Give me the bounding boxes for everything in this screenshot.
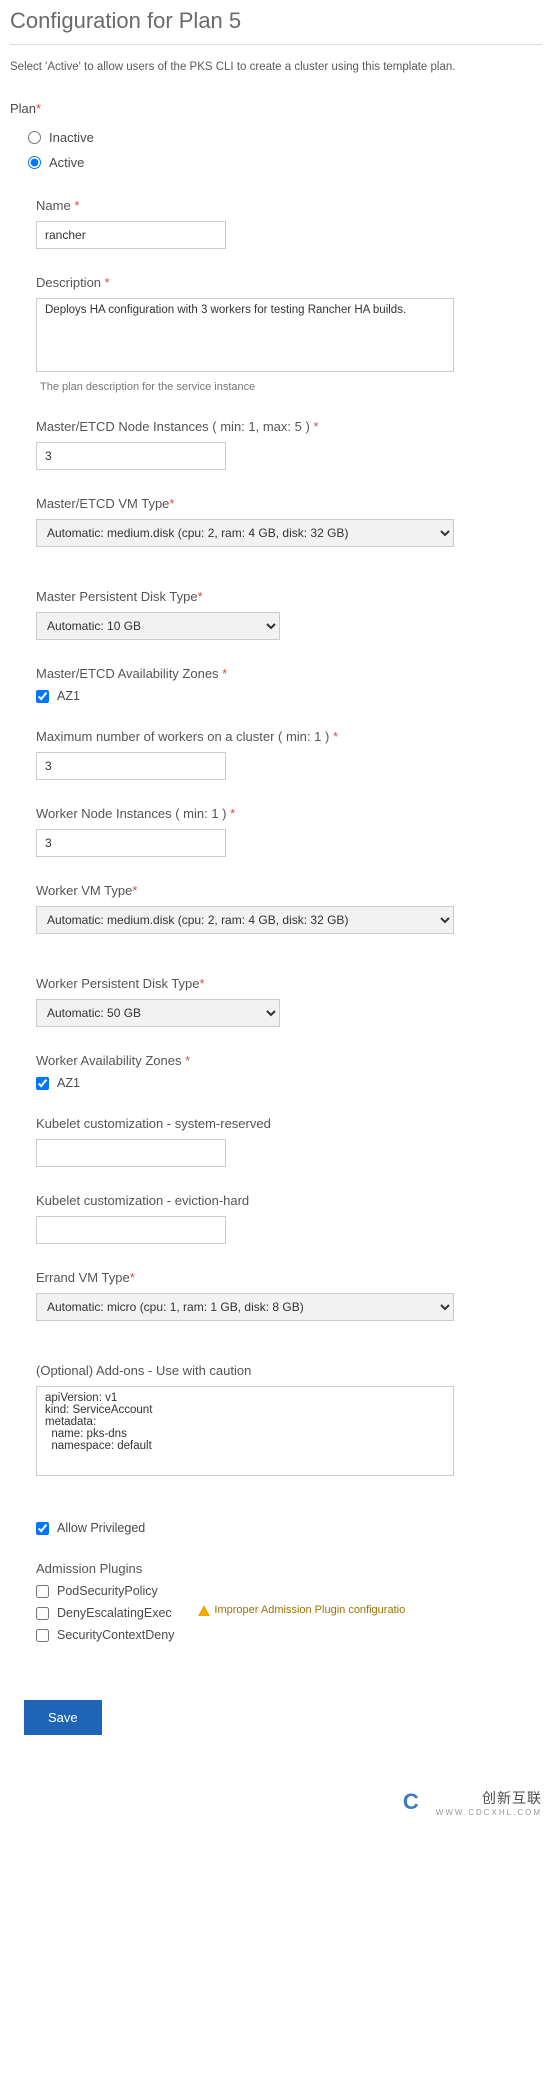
max-workers-input[interactable] bbox=[36, 752, 226, 780]
plan-radio-active[interactable]: Active bbox=[28, 155, 542, 170]
description-help: The plan description for the service ins… bbox=[40, 381, 542, 393]
radio-active[interactable] bbox=[28, 156, 41, 169]
worker-az-checkbox-row[interactable]: AZ1 bbox=[36, 1076, 542, 1090]
description-textarea[interactable]: Deploys HA configuration with 3 workers … bbox=[36, 298, 454, 372]
plugin-denyescalating-checkbox[interactable] bbox=[36, 1607, 49, 1620]
allow-privileged-label: Allow Privileged bbox=[57, 1521, 145, 1535]
watermark-brand: 创新互联 bbox=[482, 1790, 542, 1806]
plugin-securitycontext-checkbox[interactable] bbox=[36, 1629, 49, 1642]
page-title: Configuration for Plan 5 bbox=[10, 8, 542, 40]
master-az-label: Master/ETCD Availability Zones * bbox=[36, 666, 542, 681]
worker-vm-type-label: Worker VM Type* bbox=[36, 883, 542, 898]
kubelet-evict-label: Kubelet customization - eviction-hard bbox=[36, 1193, 542, 1208]
kubelet-sys-label: Kubelet customization - system-reserved bbox=[36, 1116, 542, 1131]
plugin-securitycontext-row[interactable]: SecurityContextDeny bbox=[36, 1628, 174, 1642]
radio-inactive-label: Inactive bbox=[49, 130, 94, 145]
watermark: C 创新互联 WWW.CDCXHL.COM bbox=[0, 1785, 552, 1819]
divider bbox=[10, 44, 542, 45]
admission-warning: Improper Admission Plugin configuratio bbox=[198, 1604, 405, 1616]
master-vm-type-label: Master/ETCD VM Type* bbox=[36, 496, 542, 511]
admission-plugins-label: Admission Plugins bbox=[36, 1561, 542, 1576]
description-label: Description * bbox=[36, 275, 542, 290]
allow-privileged-checkbox[interactable] bbox=[36, 1522, 49, 1535]
allow-privileged-row[interactable]: Allow Privileged bbox=[36, 1521, 542, 1535]
plugin-denyescalating-label: DenyEscalatingExec bbox=[57, 1606, 172, 1620]
warning-icon bbox=[198, 1605, 210, 1616]
plugin-podsecurity-row[interactable]: PodSecurityPolicy bbox=[36, 1584, 174, 1598]
plugin-podsecurity-label: PodSecurityPolicy bbox=[57, 1584, 158, 1598]
plan-label-text: Plan bbox=[10, 101, 36, 116]
plugin-denyescalating-row[interactable]: DenyEscalatingExec bbox=[36, 1606, 174, 1620]
worker-vm-type-select[interactable]: Automatic: medium.disk (cpu: 2, ram: 4 G… bbox=[36, 906, 454, 934]
help-text: Select 'Active' to allow users of the PK… bbox=[10, 61, 542, 73]
master-az-option-label: AZ1 bbox=[57, 689, 80, 703]
master-instances-input[interactable] bbox=[36, 442, 226, 470]
worker-instances-label: Worker Node Instances ( min: 1 ) * bbox=[36, 806, 542, 821]
plan-label: Plan* bbox=[10, 101, 542, 116]
plugin-podsecurity-checkbox[interactable] bbox=[36, 1585, 49, 1598]
master-vm-type-select[interactable]: Automatic: medium.disk (cpu: 2, ram: 4 G… bbox=[36, 519, 454, 547]
worker-az-option-label: AZ1 bbox=[57, 1076, 80, 1090]
admission-warning-text: Improper Admission Plugin configuratio bbox=[214, 1604, 405, 1616]
master-az-checkbox[interactable] bbox=[36, 690, 49, 703]
worker-az-checkbox[interactable] bbox=[36, 1077, 49, 1090]
name-label: Name * bbox=[36, 198, 542, 213]
errand-vm-select[interactable]: Automatic: micro (cpu: 1, ram: 1 GB, dis… bbox=[36, 1293, 454, 1321]
worker-instances-input[interactable] bbox=[36, 829, 226, 857]
master-az-checkbox-row[interactable]: AZ1 bbox=[36, 689, 542, 703]
watermark-logo-icon: C bbox=[394, 1785, 428, 1819]
kubelet-evict-input[interactable] bbox=[36, 1216, 226, 1244]
errand-vm-label: Errand VM Type* bbox=[36, 1270, 542, 1285]
radio-active-label: Active bbox=[49, 155, 84, 170]
plugin-securitycontext-label: SecurityContextDeny bbox=[57, 1628, 174, 1642]
save-button[interactable]: Save bbox=[24, 1700, 102, 1735]
name-input[interactable] bbox=[36, 221, 226, 249]
watermark-sub: WWW.CDCXHL.COM bbox=[436, 1808, 542, 1817]
worker-disk-type-select[interactable]: Automatic: 50 GB bbox=[36, 999, 280, 1027]
master-disk-type-label: Master Persistent Disk Type* bbox=[36, 589, 542, 604]
addons-label: (Optional) Add-ons - Use with caution bbox=[36, 1363, 542, 1378]
addons-textarea[interactable]: apiVersion: v1 kind: ServiceAccount meta… bbox=[36, 1386, 454, 1476]
worker-disk-type-label: Worker Persistent Disk Type* bbox=[36, 976, 542, 991]
radio-inactive[interactable] bbox=[28, 131, 41, 144]
worker-az-label: Worker Availability Zones * bbox=[36, 1053, 542, 1068]
master-instances-label: Master/ETCD Node Instances ( min: 1, max… bbox=[36, 419, 542, 434]
master-disk-type-select[interactable]: Automatic: 10 GB bbox=[36, 612, 280, 640]
kubelet-sys-input[interactable] bbox=[36, 1139, 226, 1167]
plan-radio-inactive[interactable]: Inactive bbox=[28, 130, 542, 145]
max-workers-label: Maximum number of workers on a cluster (… bbox=[36, 729, 542, 744]
